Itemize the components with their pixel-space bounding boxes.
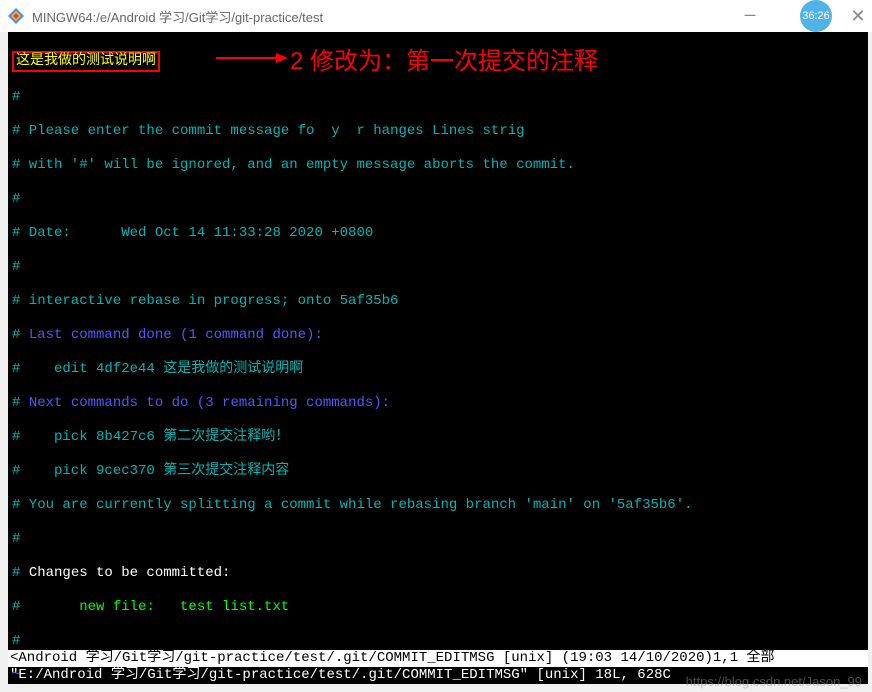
editor-line: Changes to be committed: (29, 565, 231, 581)
app-icon (8, 8, 24, 24)
annotation-arrow-icon (216, 52, 288, 64)
editor-line: # Date: Wed Oct 14 11:33:28 2020 +0800 (12, 225, 864, 242)
editor-line: # Please enter the commit message fo (12, 123, 314, 139)
editor-line: Next commands to do (3 remaining command… (29, 395, 390, 411)
editor-line: # pick 8b427c6 第二次提交注释哟！ (12, 429, 864, 446)
editor-line: # (12, 633, 864, 650)
commit-msg-first-line: 这是我做的测试说明啊 (16, 53, 156, 69)
editor-line: # pick 9cec370 第三次提交注释内容 (12, 463, 864, 480)
editor-line: # (12, 531, 864, 548)
terminal-editor[interactable]: 这是我做的测试说明啊 # # Please enter the commit m… (8, 32, 868, 684)
editor-line: # interactive rebase in progress; onto 5… (12, 293, 864, 310)
editor-line: # (12, 259, 864, 276)
time-badge: 36:26 (800, 0, 832, 32)
editor-line: # You are currently splitting a commit w… (12, 497, 864, 514)
window-titlebar: MINGW64:/e/Android 学习/Git学习/git-practice… (0, 0, 872, 32)
close-button[interactable]: ✕ (844, 2, 872, 30)
minimize-button[interactable]: — (730, 6, 770, 26)
annotation-text: 2 修改为：第一次提交的注释 (290, 41, 598, 76)
vim-status-line: <Android 学习/Git学习/git-practice/test/.git… (8, 650, 868, 667)
window-title: MINGW64:/e/Android 学习/Git学习/git-practice… (32, 7, 323, 26)
editor-line: # (12, 191, 864, 208)
window-controls: — 36:26 ✕ (730, 0, 872, 32)
editor-line: # edit 4df2e44 这是我做的测试说明啊 (12, 361, 864, 378)
editor-line: Last command done (1 command done): (29, 327, 323, 343)
editor-line: # (12, 89, 864, 106)
editor-line: # with '#' will be ignored, and an empty… (12, 157, 864, 174)
watermark-text: https://blog.csdn.net/Jason_99 (686, 674, 862, 689)
